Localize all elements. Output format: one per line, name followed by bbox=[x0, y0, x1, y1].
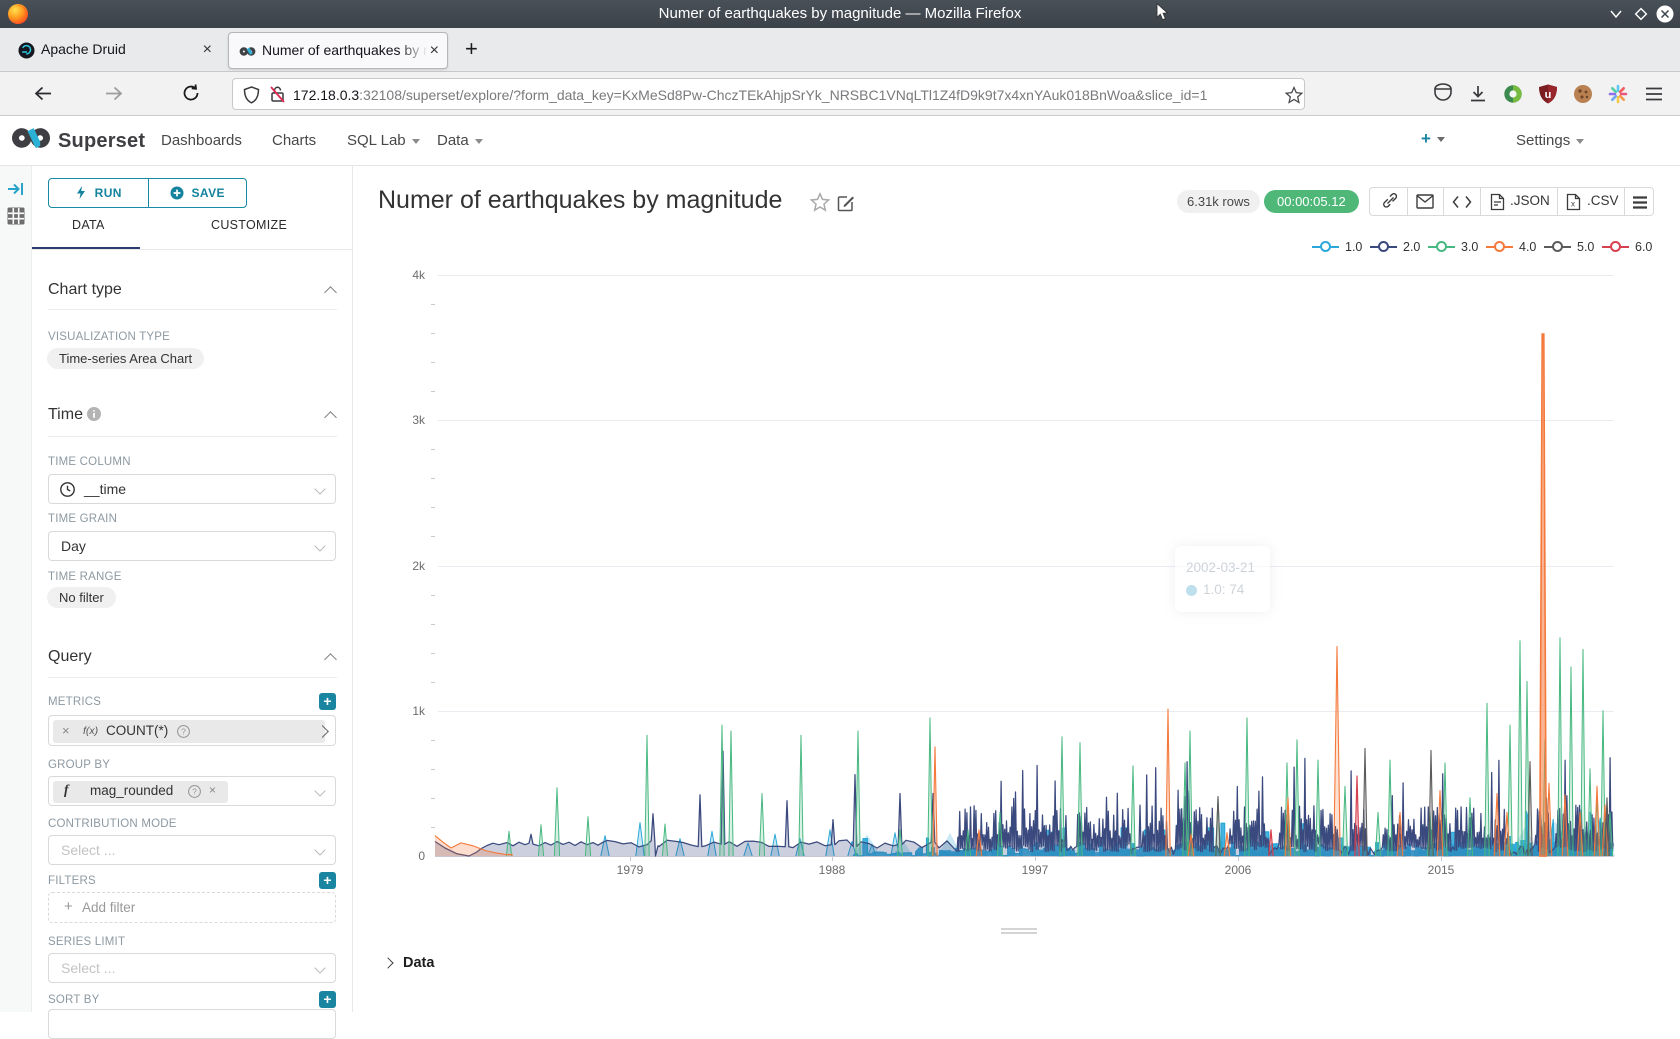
svg-text:?: ? bbox=[181, 726, 186, 736]
svg-text:?: ? bbox=[192, 786, 197, 796]
svg-text:x: x bbox=[1571, 200, 1575, 209]
svg-text:u: u bbox=[1545, 89, 1552, 101]
